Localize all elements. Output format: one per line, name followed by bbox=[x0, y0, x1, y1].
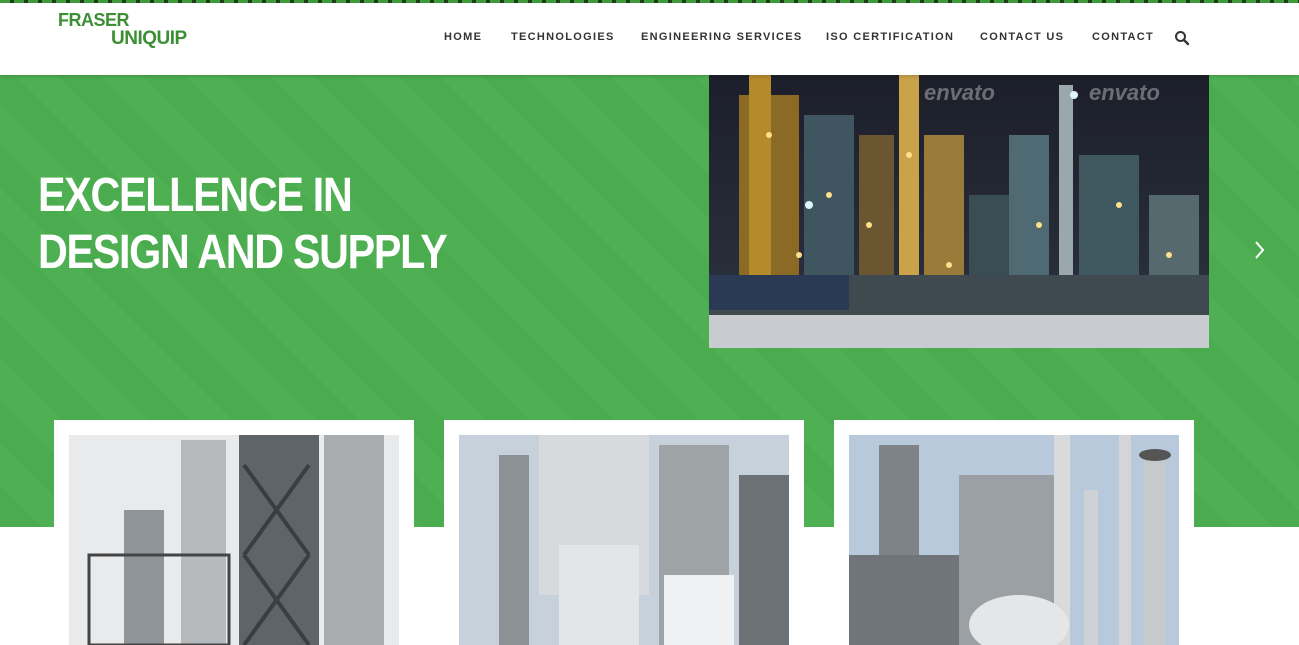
hero-headline: EXCELLENCE IN DESIGN AND SUPPLY bbox=[38, 167, 448, 281]
nav-engineering-services[interactable]: ENGINEERING SERVICES bbox=[641, 31, 803, 43]
feature-card-2[interactable] bbox=[444, 420, 804, 645]
nav-home[interactable]: HOME bbox=[444, 31, 482, 43]
feature-card-image-3 bbox=[849, 435, 1179, 645]
hero-headline-line-1: EXCELLENCE IN bbox=[38, 169, 353, 222]
hero-headline-line-2: DESIGN AND SUPPLY bbox=[38, 226, 448, 279]
chevron-right-icon[interactable] bbox=[1248, 236, 1270, 264]
feature-card-image-2 bbox=[459, 435, 789, 645]
site-header: FRASER UNIQUIP HOME TECHNOLOGIES ENGINEE… bbox=[0, 3, 1299, 75]
feature-card-image-1 bbox=[69, 435, 399, 645]
hero-watermark: envato bbox=[924, 80, 995, 105]
logo-line-2: UNIQUIP bbox=[111, 28, 187, 49]
nav-iso-certification[interactable]: ISO CERTIFICATION bbox=[826, 31, 954, 43]
hero-refinery-image: envato envato bbox=[709, 75, 1209, 348]
hero-watermark-2: envato bbox=[1089, 80, 1160, 105]
search-icon[interactable] bbox=[1174, 30, 1190, 46]
nav-contact[interactable]: CONTACT bbox=[1092, 31, 1154, 43]
feature-card-1[interactable] bbox=[54, 420, 414, 645]
feature-card-3[interactable] bbox=[834, 420, 1194, 645]
nav-contact-us[interactable]: CONTACT US bbox=[980, 31, 1064, 43]
site-logo[interactable]: FRASER UNIQUIP bbox=[58, 8, 188, 54]
nav-technologies[interactable]: TECHNOLOGIES bbox=[511, 31, 615, 43]
